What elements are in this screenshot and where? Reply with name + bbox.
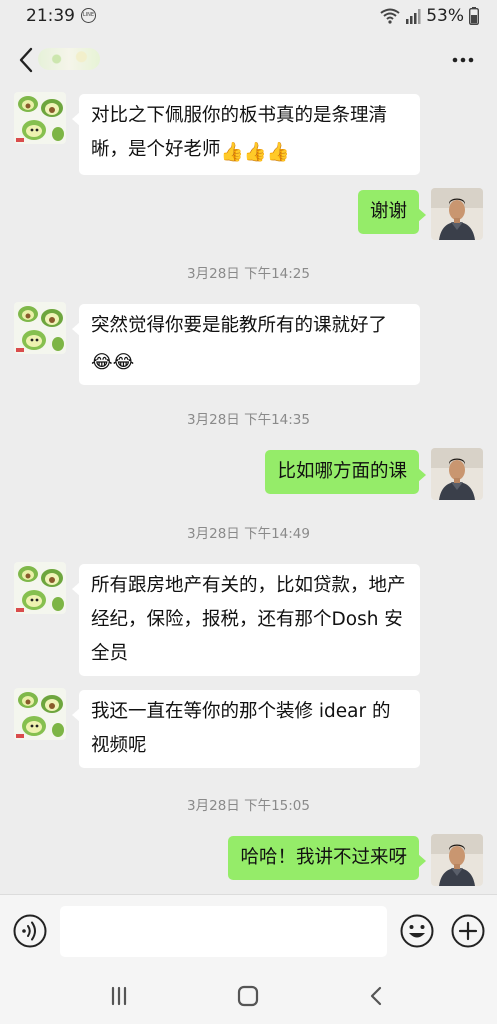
system-nav-bar [0,970,497,1024]
message-bubble-outgoing[interactable]: 哈哈！我讲不过来呀 [228,836,426,880]
message-bubble-incoming[interactable]: 我还一直在等你的那个装修 idear 的视频呢 [72,690,420,768]
emoji-icon[interactable] [399,913,435,949]
message-timestamp: 3月28日 下午14:49 [187,526,310,542]
thumbs-up-emoji-icon: 👍👍👍 [220,142,290,163]
contact-name-redacted[interactable] [38,48,100,70]
message-timestamp: 3月28日 下午15:05 [187,798,310,814]
input-bar [0,894,497,970]
plus-icon[interactable] [450,913,486,949]
wifi-icon [380,8,400,24]
message-bubble-outgoing[interactable]: 谢谢 [357,190,427,234]
voice-icon[interactable] [12,913,48,949]
battery-percent: 53% [426,6,464,26]
my-avatar[interactable] [431,188,483,240]
message-timestamp: 3月28日 下午14:35 [187,412,310,428]
my-avatar[interactable] [431,834,483,886]
status-right: 53% [380,6,479,26]
more-dots-icon[interactable] [451,50,475,70]
message-text: 所有跟房地产有关的，比如贷款，地产经纪，保险，报税，还有那个Dosh 安全员 [91,575,406,664]
message-bubble-incoming[interactable]: 对比之下佩服你的板书真的是条理清晰，是个好老师👍👍👍 [72,94,420,175]
message-bubble-outgoing[interactable]: 比如哪方面的课 [265,450,426,494]
message-text: 谢谢 [369,201,407,222]
tears-of-joy-emoji-icon: 😂😂 [91,352,135,373]
back-icon[interactable] [364,984,390,1008]
chevron-left-icon[interactable] [14,46,38,74]
contact-avatar[interactable] [14,302,66,354]
status-bar: 21:39 LINE 53% [0,0,497,32]
contact-avatar[interactable] [14,92,66,144]
message-text: 我还一直在等你的那个装修 idear 的视频呢 [91,701,391,756]
signal-icon [406,9,421,24]
status-time: 21:39 [26,6,75,26]
home-icon[interactable] [234,984,262,1008]
message-input[interactable] [60,906,387,957]
my-avatar[interactable] [431,448,483,500]
message-text: 突然觉得你要是能教所有的课就好了 [91,315,388,336]
message-text: 哈哈！我讲不过来呀 [240,847,407,868]
message-timestamp: 3月28日 下午14:25 [187,266,310,282]
recents-icon[interactable] [106,984,132,1008]
message-text: 比如哪方面的课 [277,461,407,482]
line-app-icon: LINE [81,8,96,23]
contact-avatar[interactable] [14,562,66,614]
message-bubble-incoming[interactable]: 所有跟房地产有关的，比如贷款，地产经纪，保险，报税，还有那个Dosh 安全员 [72,564,420,676]
message-bubble-incoming[interactable]: 突然觉得你要是能教所有的课就好了 😂😂 [72,304,420,385]
contact-avatar[interactable] [14,688,66,740]
battery-icon [469,7,479,25]
chat-header [0,36,497,84]
chat-area[interactable]: 对比之下佩服你的板书真的是条理清晰，是个好老师👍👍👍 谢谢 3月28日 下午14… [0,84,497,894]
